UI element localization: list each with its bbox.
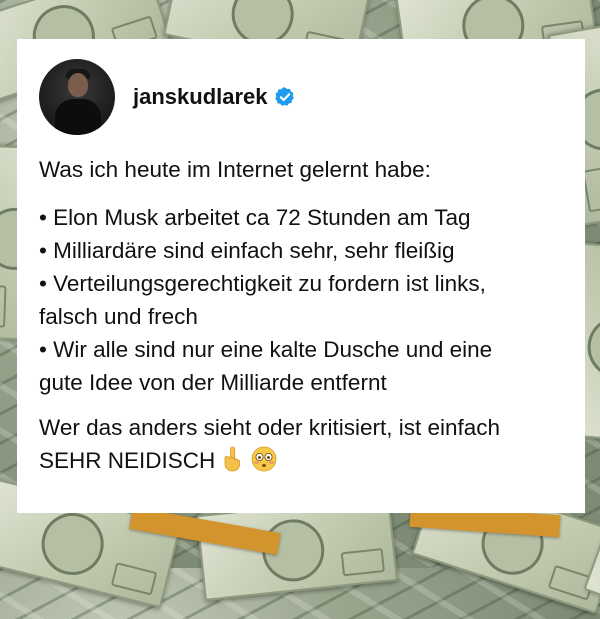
post-body: Was ich heute im Internet gelernt habe: …	[39, 153, 563, 477]
closing-line: Wer das anders sieht oder kritisiert, is…	[39, 415, 501, 440]
bullet-line: • Elon Musk arbeitet ca 72 Stunden am Ta…	[39, 205, 471, 230]
avatar[interactable]	[39, 59, 115, 135]
flushed-face-emoji-icon	[251, 446, 277, 472]
bullet-line: • Verteilungsgerechtigkeit zu fordern is…	[39, 271, 486, 296]
closing-emphasis: SEHR NEIDISCH	[39, 448, 216, 473]
bullet-line: falsch und frech	[39, 304, 198, 329]
banknote-image	[583, 407, 600, 619]
raised-hand-emoji-icon	[224, 446, 241, 472]
bullet-line: gute Idee von der Milliarde entfernt	[39, 370, 387, 395]
post-closing: Wer das anders sieht oder kritisiert, is…	[39, 411, 563, 477]
post-card: janskudlarek Was ich heute im Internet g…	[17, 39, 585, 513]
post-header: janskudlarek	[39, 59, 563, 135]
verified-badge-icon	[274, 87, 294, 106]
author-info: janskudlarek	[133, 84, 296, 110]
post-bullet-list: • Elon Musk arbeitet ca 72 Stunden am Ta…	[39, 201, 563, 399]
bullet-line: • Milliardäre sind einfach sehr, sehr fl…	[39, 238, 455, 263]
username[interactable]: janskudlarek	[133, 84, 268, 110]
bullet-line: • Wir alle sind nur eine kalte Dusche un…	[39, 337, 493, 362]
post-intro: Was ich heute im Internet gelernt habe:	[39, 157, 431, 182]
